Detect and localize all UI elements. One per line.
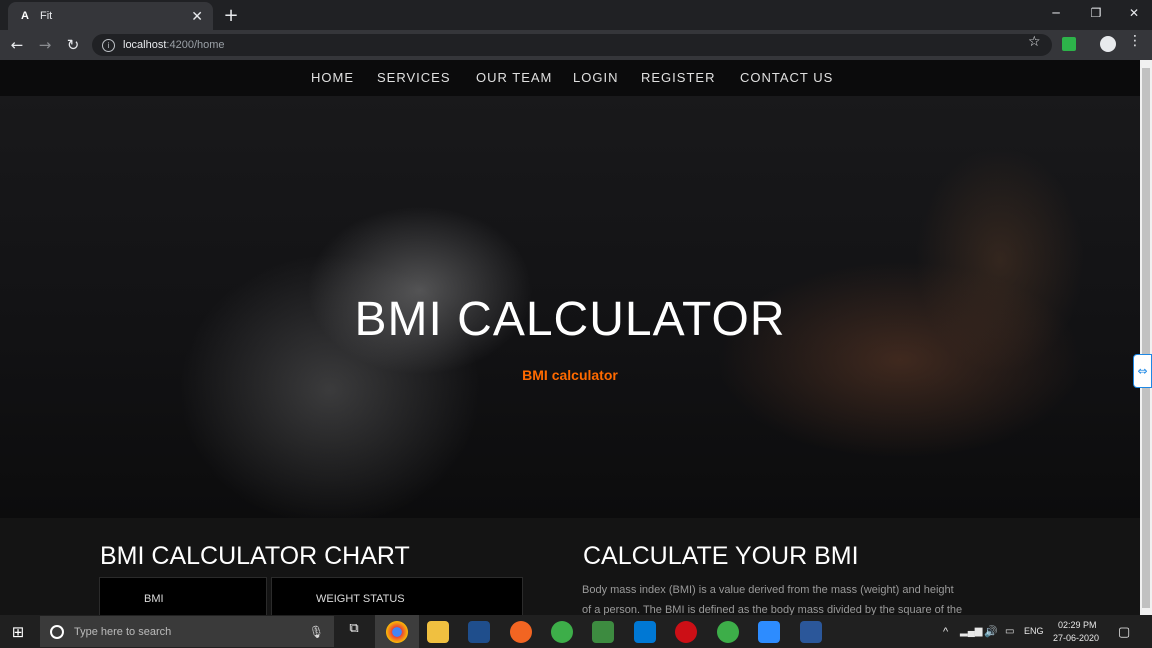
nav-services[interactable]: SERVICES [377, 70, 451, 85]
tray-chevron-icon[interactable]: ^ [943, 626, 948, 638]
vscode-icon[interactable] [634, 621, 656, 643]
site-info-icon[interactable]: i [102, 38, 115, 52]
browser-tab-strip: A Fit ✕ + ─ ❐ ✕ [0, 0, 1152, 30]
restore-icon[interactable]: ❐ [1078, 0, 1114, 26]
table-header-weight-status: WEIGHT STATUS [271, 577, 523, 615]
word-icon[interactable] [800, 621, 822, 643]
nav-home[interactable]: HOME [311, 70, 354, 85]
description-line-1: Body mass index (BMI) is a value derived… [582, 584, 954, 596]
reload-icon[interactable]: ↻ [62, 34, 84, 56]
new-tab-icon[interactable]: + [220, 4, 242, 26]
task-view-icon[interactable]: ⧉ [343, 621, 365, 643]
opera-icon[interactable] [675, 621, 697, 643]
app-icon-5[interactable] [551, 621, 573, 643]
microphone-icon[interactable]: 🎙 [309, 625, 324, 639]
clock-date[interactable]: 27-06-2020 [1053, 633, 1099, 643]
battery-icon[interactable]: ▭ [1005, 626, 1014, 637]
hero-subtitle: BMI calculator [522, 367, 618, 383]
app-icon-6[interactable] [592, 621, 614, 643]
tab-title: Fit [40, 10, 53, 22]
site-navbar: HOME SERVICES OUR TEAM LOGIN REGISTER CO… [0, 60, 1140, 96]
windows-start-icon[interactable]: ⊞ [8, 622, 28, 642]
address-bar[interactable]: i localhost:4200/home [92, 34, 1052, 56]
language-indicator[interactable]: ENG [1024, 626, 1044, 636]
extension-icon[interactable] [1062, 37, 1076, 51]
hero-title: BMI CALCULATOR [354, 293, 786, 346]
description-line-2: of a person. The BMI is defined as the b… [582, 604, 963, 615]
nav-login[interactable]: LOGIN [573, 70, 618, 85]
url-host: localhost [123, 39, 167, 51]
nav-contact-us[interactable]: CONTACT US [740, 70, 833, 85]
page-viewport: HOME SERVICES OUR TEAM LOGIN REGISTER CO… [0, 60, 1140, 615]
minimize-icon[interactable]: ─ [1038, 0, 1074, 26]
network-icon[interactable]: ▂▄▆ [960, 626, 982, 637]
volume-icon[interactable]: 🔊 [984, 625, 998, 638]
back-icon[interactable]: ← [6, 34, 28, 56]
tab-favicon-icon: A [21, 10, 29, 22]
chrome-menu-icon[interactable]: ⋮ [1128, 33, 1142, 49]
app-icon-3[interactable] [468, 621, 490, 643]
clock-time[interactable]: 02:29 PM [1058, 620, 1097, 630]
app-icon-9[interactable] [717, 621, 739, 643]
search-placeholder: Type here to search [74, 625, 172, 638]
scrollbar-thumb[interactable] [1142, 68, 1150, 608]
page-scrollbar[interactable] [1140, 60, 1152, 615]
url-path: :4200/home [166, 39, 225, 51]
zoom-icon[interactable] [758, 621, 780, 643]
chart-section-title: BMI CALCULATOR CHART [100, 542, 410, 570]
postman-icon[interactable] [510, 621, 532, 643]
nav-our-team[interactable]: OUR TEAM [476, 70, 552, 85]
browser-toolbar: ← → ↻ i localhost:4200/home [0, 30, 1152, 60]
content-section: BMI CALCULATOR CHART BMI WEIGHT STATUS C… [0, 518, 1140, 615]
notifications-icon[interactable]: ▢ [1118, 624, 1130, 640]
table-header-bmi: BMI [99, 577, 267, 615]
windows-taskbar: ⊞ Type here to search 🎙 ⧉ ^ ▂▄▆ 🔊 ▭ ENG … [0, 615, 1152, 648]
close-tab-icon[interactable]: ✕ [191, 8, 203, 25]
taskbar-search[interactable]: Type here to search 🎙 [40, 616, 334, 647]
calculate-section-title: CALCULATE YOUR BMI [583, 542, 859, 570]
calculate-description: Body mass index (BMI) is a value derived… [582, 580, 1042, 615]
nav-register[interactable]: REGISTER [641, 70, 715, 85]
hero-banner: HOME SERVICES OUR TEAM LOGIN REGISTER CO… [0, 60, 1140, 518]
forward-icon[interactable]: → [34, 34, 56, 56]
cortana-icon [50, 624, 64, 639]
chrome-app-icon[interactable] [386, 621, 408, 643]
browser-tab[interactable]: A Fit ✕ [8, 2, 213, 30]
bookmark-star-icon[interactable]: ☆ [1028, 34, 1041, 50]
file-explorer-icon[interactable] [427, 621, 449, 643]
window-close-icon[interactable]: ✕ [1116, 0, 1152, 26]
profile-avatar-icon[interactable] [1100, 36, 1116, 52]
bmi-chart-table: BMI WEIGHT STATUS [99, 577, 523, 615]
side-widget-icon[interactable]: ⇔ [1133, 354, 1152, 388]
